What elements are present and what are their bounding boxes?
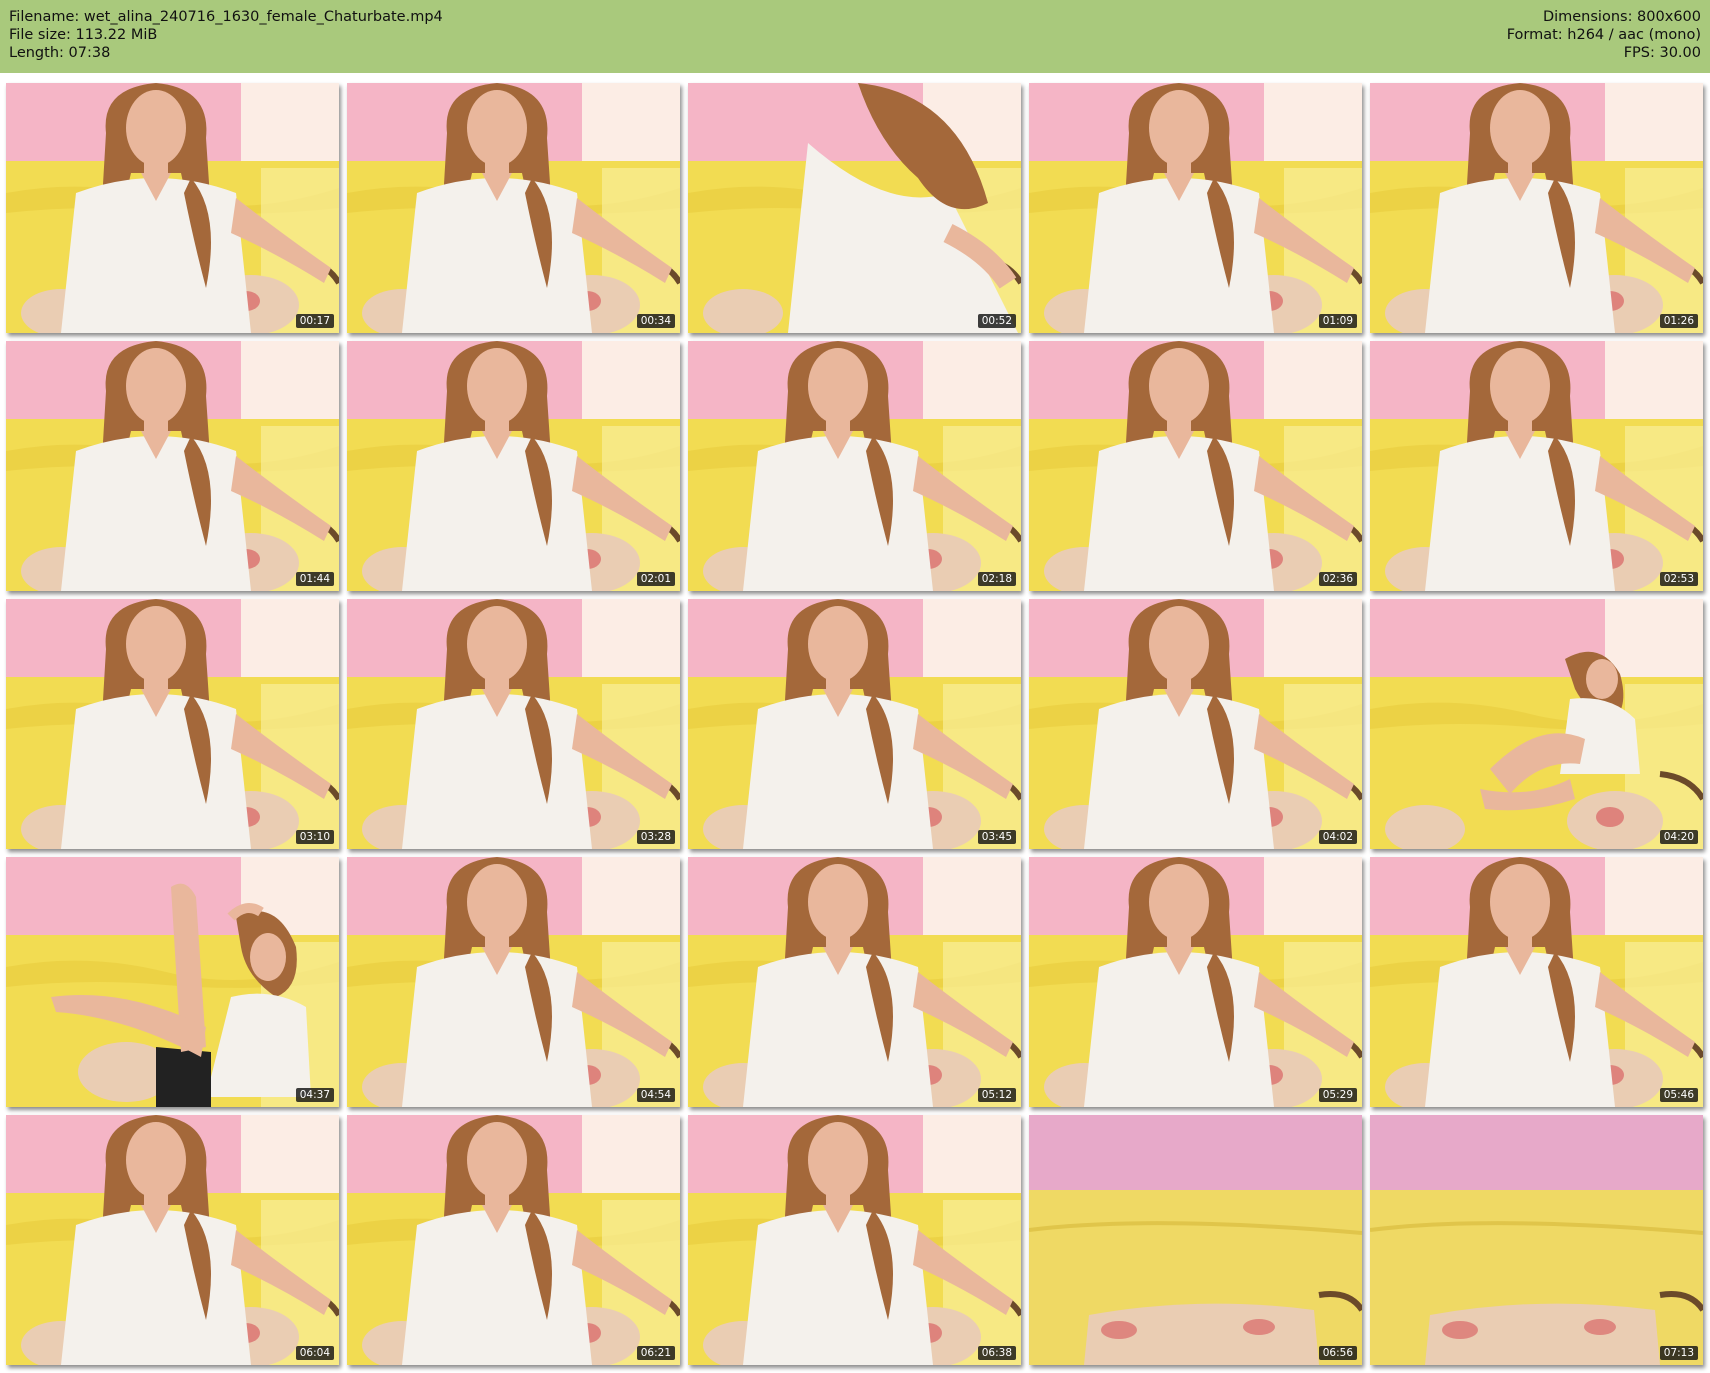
video-thumbnail: 01:44 — [6, 341, 339, 591]
thumbnail-frame-image — [6, 857, 339, 1107]
video-thumbnail: 03:10 — [6, 599, 339, 849]
video-thumbnail: 02:01 — [347, 341, 680, 591]
video-thumbnail: 04:37 — [6, 857, 339, 1107]
video-thumbnail: 04:54 — [347, 857, 680, 1107]
timestamp-badge: 05:29 — [1318, 1088, 1357, 1102]
video-thumbnail: 04:02 — [1029, 599, 1362, 849]
thumbnail-frame-image — [1029, 341, 1362, 591]
video-thumbnail: 01:26 — [1370, 83, 1703, 333]
video-thumbnail: 06:04 — [6, 1115, 339, 1365]
video-thumbnail: 02:18 — [688, 341, 1021, 591]
video-thumbnail: 02:53 — [1370, 341, 1703, 591]
video-thumbnail: 01:09 — [1029, 83, 1362, 333]
video-thumbnail: 02:36 — [1029, 341, 1362, 591]
video-thumbnail: 06:56 — [1029, 1115, 1362, 1365]
thumbnail-frame-image — [1029, 599, 1362, 849]
timestamp-badge: 02:53 — [1659, 572, 1698, 586]
timestamp-badge: 01:26 — [1659, 314, 1698, 328]
thumbnail-frame-image — [6, 1115, 339, 1365]
timestamp-badge: 05:12 — [977, 1088, 1016, 1102]
timestamp-badge: 03:28 — [636, 830, 675, 844]
fps-text: FPS: 30.00 — [1623, 45, 1701, 61]
thumbnail-frame-image — [6, 341, 339, 591]
video-thumbnail: 06:21 — [347, 1115, 680, 1365]
timestamp-badge: 04:20 — [1659, 830, 1698, 844]
info-header: Filename: wet_alina_240716_1630_female_C… — [0, 0, 1710, 73]
length-text: Length: 07:38 — [9, 45, 111, 61]
timestamp-badge: 05:46 — [1659, 1088, 1698, 1102]
thumbnail-frame-image — [6, 83, 339, 333]
timestamp-badge: 07:13 — [1659, 1346, 1698, 1360]
thumbnail-frame-image — [1370, 599, 1703, 849]
video-thumbnail: 05:12 — [688, 857, 1021, 1107]
video-thumbnail: 07:13 — [1370, 1115, 1703, 1365]
video-thumbnail: 03:45 — [688, 599, 1021, 849]
thumbnail-frame-image — [1029, 857, 1362, 1107]
format-text: Format: h264 / aac (mono) — [1506, 27, 1701, 43]
file-info-left: Filename: wet_alina_240716_1630_female_C… — [9, 8, 443, 62]
filesize-text: File size: 113.22 MiB — [9, 27, 158, 43]
timestamp-badge: 06:56 — [1318, 1346, 1357, 1360]
timestamp-badge: 00:52 — [977, 314, 1016, 328]
timestamp-badge: 02:36 — [1318, 572, 1357, 586]
thumbnail-frame-image — [347, 1115, 680, 1365]
timestamp-badge: 03:45 — [977, 830, 1016, 844]
video-thumbnail: 00:17 — [6, 83, 339, 333]
file-info-right: Dimensions: 800x600 Format: h264 / aac (… — [1507, 8, 1701, 62]
video-thumbnail: 00:52 — [688, 83, 1021, 333]
timestamp-badge: 06:04 — [295, 1346, 334, 1360]
thumbnail-frame-image — [1370, 1115, 1703, 1365]
thumbnail-frame-image — [1370, 341, 1703, 591]
thumbnail-frame-image — [688, 83, 1021, 333]
thumbnail-frame-image — [688, 1115, 1021, 1365]
thumbnail-frame-image — [347, 857, 680, 1107]
thumbnail-frame-image — [688, 599, 1021, 849]
timestamp-badge: 03:10 — [295, 830, 334, 844]
timestamp-badge: 06:38 — [977, 1346, 1016, 1360]
video-thumbnail: 06:38 — [688, 1115, 1021, 1365]
timestamp-badge: 04:54 — [636, 1088, 675, 1102]
timestamp-badge: 00:17 — [295, 314, 334, 328]
timestamp-badge: 01:09 — [1318, 314, 1357, 328]
thumbnail-frame-image — [347, 599, 680, 849]
timestamp-badge: 00:34 — [636, 314, 675, 328]
timestamp-badge: 04:37 — [295, 1088, 334, 1102]
timestamp-badge: 02:01 — [636, 572, 675, 586]
thumbnail-frame-image — [1029, 83, 1362, 333]
timestamp-badge: 02:18 — [977, 572, 1016, 586]
thumbnail-frame-image — [1370, 857, 1703, 1107]
thumbnail-frame-image — [6, 599, 339, 849]
timestamp-badge: 06:21 — [636, 1346, 675, 1360]
video-thumbnail: 05:29 — [1029, 857, 1362, 1107]
dimensions-text: Dimensions: 800x600 — [1542, 9, 1701, 25]
timestamp-badge: 04:02 — [1318, 830, 1357, 844]
thumbnail-frame-image — [347, 341, 680, 591]
thumbnail-frame-image — [688, 341, 1021, 591]
filename-text: Filename: wet_alina_240716_1630_female_C… — [9, 9, 443, 25]
thumbnail-frame-image — [1029, 1115, 1362, 1365]
thumbnail-frame-image — [347, 83, 680, 333]
video-thumbnail: 04:20 — [1370, 599, 1703, 849]
thumbnail-frame-image — [1370, 83, 1703, 333]
video-thumbnail: 00:34 — [347, 83, 680, 333]
timestamp-badge: 01:44 — [295, 572, 334, 586]
thumbnail-frame-image — [688, 857, 1021, 1107]
video-thumbnail: 05:46 — [1370, 857, 1703, 1107]
video-thumbnail: 03:28 — [347, 599, 680, 849]
